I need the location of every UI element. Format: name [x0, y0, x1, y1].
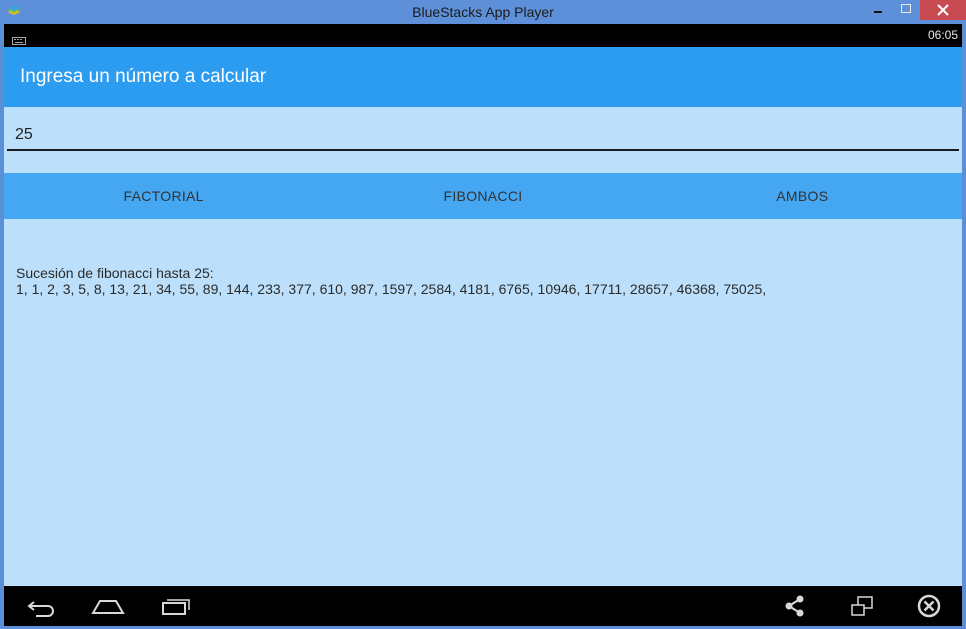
- android-status-bar: 06:05: [4, 24, 962, 47]
- app-action-bar: Ingresa un número a calcular: [4, 47, 962, 107]
- window-mode-button[interactable]: [848, 586, 878, 626]
- number-input[interactable]: [7, 121, 959, 151]
- exit-icon: [917, 594, 941, 618]
- main-content: FACTORIAL FIBONACCI AMBOS Sucesión de fi…: [4, 107, 962, 586]
- action-button-row: FACTORIAL FIBONACCI AMBOS: [4, 173, 962, 219]
- bluestacks-window: BlueStacks App Player 06:05 Ingresa un n…: [0, 0, 966, 629]
- window-title: BlueStacks App Player: [412, 4, 554, 20]
- window-mode-icon: [851, 596, 873, 616]
- recents-icon: [162, 599, 190, 615]
- result-heading: Sucesión de fibonacci hasta 25:: [16, 265, 214, 281]
- android-nav-bar: [4, 586, 962, 626]
- fibonacci-sequence: 1, 1, 2, 3, 5, 8, 13, 21, 34, 55, 89, 14…: [16, 281, 767, 297]
- window-title-bar[interactable]: BlueStacks App Player: [0, 0, 966, 24]
- home-icon: [91, 600, 125, 614]
- maximize-icon: [901, 4, 911, 13]
- share-icon: [785, 595, 804, 617]
- minimize-icon: [874, 11, 882, 13]
- share-button[interactable]: [782, 586, 808, 626]
- recents-button[interactable]: [158, 586, 192, 626]
- close-button[interactable]: [920, 0, 966, 20]
- exit-button[interactable]: [914, 586, 944, 626]
- fibonacci-button[interactable]: FIBONACCI: [323, 173, 642, 219]
- back-button[interactable]: [24, 586, 58, 626]
- factorial-button[interactable]: FACTORIAL: [4, 173, 323, 219]
- home-button[interactable]: [90, 586, 126, 626]
- maximize-button[interactable]: [893, 0, 919, 20]
- close-icon: [937, 4, 949, 16]
- result-output: Sucesión de fibonacci hasta 25: 1, 1, 2,…: [16, 265, 946, 297]
- status-clock: 06:05: [927, 28, 958, 42]
- page-title: Ingresa un número a calcular: [20, 66, 267, 87]
- minimize-button[interactable]: [865, 0, 891, 20]
- back-icon: [27, 601, 54, 617]
- ambos-button[interactable]: AMBOS: [643, 173, 962, 219]
